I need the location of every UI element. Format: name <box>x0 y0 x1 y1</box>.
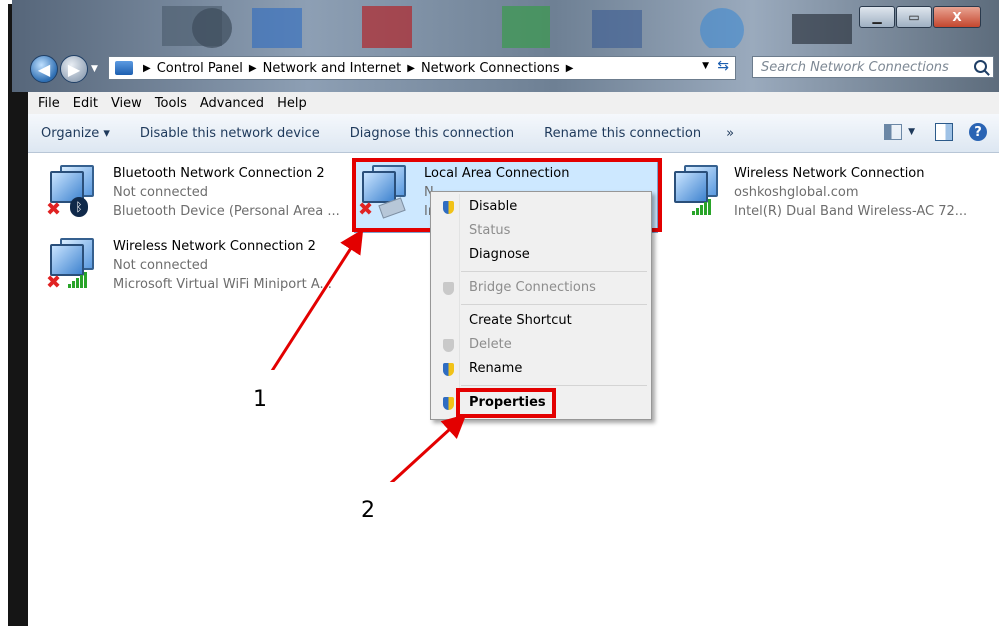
callout-2: 2 <box>340 482 396 538</box>
callout-1: 1 <box>232 370 288 428</box>
arrow-1 <box>268 228 364 375</box>
annotation-arrows <box>268 228 467 495</box>
